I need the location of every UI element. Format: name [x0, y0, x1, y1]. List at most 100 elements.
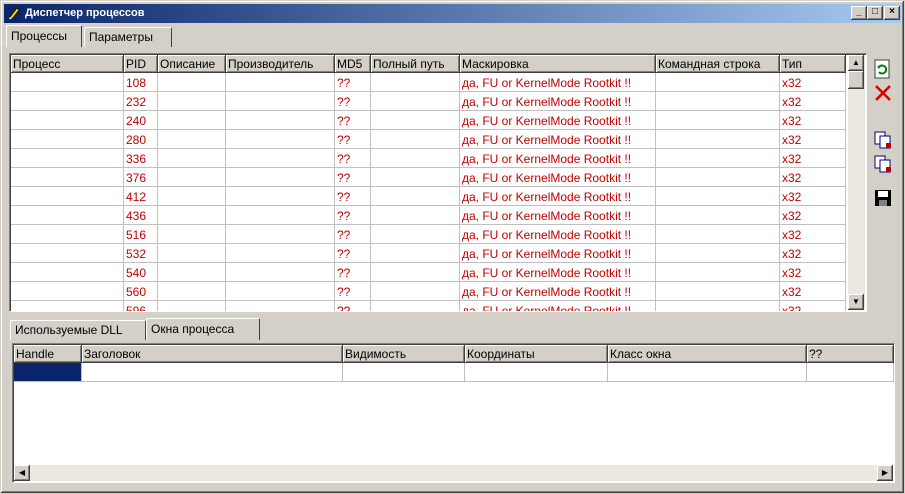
column-header[interactable]: Видимость: [343, 345, 465, 363]
table-cell[interactable]: ??: [335, 111, 371, 130]
table-cell[interactable]: 412: [124, 187, 158, 206]
copy-button[interactable]: [872, 129, 894, 151]
copy-all-button[interactable]: [872, 153, 894, 175]
tab-used-dlls[interactable]: Используемые DLL: [10, 320, 146, 340]
table-cell[interactable]: [158, 263, 226, 282]
table-cell[interactable]: x32: [780, 225, 846, 244]
table-cell[interactable]: [371, 92, 460, 111]
table-cell[interactable]: [11, 187, 124, 206]
table-cell[interactable]: да, FU or KernelMode Rootkit !!: [460, 92, 656, 111]
table-cell[interactable]: ??: [335, 168, 371, 187]
table-cell[interactable]: [371, 130, 460, 149]
table-cell[interactable]: [11, 130, 124, 149]
scroll-right-arrow-icon[interactable]: ▶: [877, 465, 893, 481]
table-cell[interactable]: 560: [124, 282, 158, 301]
table-cell[interactable]: [371, 244, 460, 263]
column-header[interactable]: MD5: [335, 55, 371, 73]
tab-parameters[interactable]: Параметры: [84, 27, 172, 47]
table-cell[interactable]: ??: [335, 225, 371, 244]
table-cell[interactable]: [656, 206, 780, 225]
scroll-thumb[interactable]: [848, 71, 864, 89]
table-cell[interactable]: ??: [335, 263, 371, 282]
process-table-vscrollbar[interactable]: ▲ ▼: [848, 55, 865, 310]
table-cell[interactable]: x32: [780, 149, 846, 168]
table-row[interactable]: 232?? да, FU or KernelMode Rootkit !! x32: [11, 92, 846, 111]
table-cell[interactable]: [656, 111, 780, 130]
table-cell[interactable]: [158, 244, 226, 263]
tab-process-windows[interactable]: Окна процесса: [146, 318, 260, 340]
table-cell[interactable]: [158, 206, 226, 225]
table-cell[interactable]: ??: [335, 149, 371, 168]
table-cell[interactable]: x32: [780, 206, 846, 225]
maximize-button[interactable]: □: [867, 6, 883, 20]
table-row[interactable]: 540?? да, FU or KernelMode Rootkit !! x32: [11, 263, 846, 282]
table-cell[interactable]: [226, 301, 335, 311]
table-row[interactable]: 336?? да, FU or KernelMode Rootkit !! x32: [11, 149, 846, 168]
table-cell[interactable]: [226, 73, 335, 92]
table-cell[interactable]: [656, 187, 780, 206]
table-cell[interactable]: [226, 225, 335, 244]
table-cell[interactable]: [343, 363, 465, 382]
table-cell[interactable]: 336: [124, 149, 158, 168]
table-cell[interactable]: [656, 225, 780, 244]
table-cell[interactable]: x32: [780, 282, 846, 301]
table-row[interactable]: 240?? да, FU or KernelMode Rootkit !! x32: [11, 111, 846, 130]
table-cell[interactable]: [656, 92, 780, 111]
table-cell[interactable]: [465, 363, 608, 382]
table-cell[interactable]: [226, 263, 335, 282]
table-cell[interactable]: [371, 168, 460, 187]
scroll-left-arrow-icon[interactable]: ◀: [14, 465, 30, 481]
column-header[interactable]: Маскировка: [460, 55, 656, 73]
table-cell[interactable]: [371, 206, 460, 225]
table-row[interactable]: 376?? да, FU or KernelMode Rootkit !! x32: [11, 168, 846, 187]
table-cell[interactable]: да, FU or KernelMode Rootkit !!: [460, 149, 656, 168]
table-cell[interactable]: да, FU or KernelMode Rootkit !!: [460, 130, 656, 149]
table-cell[interactable]: да, FU or KernelMode Rootkit !!: [460, 111, 656, 130]
table-cell[interactable]: [158, 92, 226, 111]
table-cell[interactable]: [226, 206, 335, 225]
table-cell[interactable]: x32: [780, 187, 846, 206]
table-cell[interactable]: [11, 225, 124, 244]
table-cell[interactable]: да, FU or KernelMode Rootkit !!: [460, 282, 656, 301]
table-cell[interactable]: 240: [124, 111, 158, 130]
table-cell[interactable]: [158, 187, 226, 206]
table-cell[interactable]: [371, 149, 460, 168]
table-row[interactable]: 280?? да, FU or KernelMode Rootkit !! x32: [11, 130, 846, 149]
table-row[interactable]: 532?? да, FU or KernelMode Rootkit !! x32: [11, 244, 846, 263]
minimize-button[interactable]: _: [851, 6, 867, 20]
selected-cell[interactable]: [14, 363, 82, 382]
table-cell[interactable]: [158, 73, 226, 92]
table-cell[interactable]: [158, 168, 226, 187]
table-cell[interactable]: ??: [335, 73, 371, 92]
table-cell[interactable]: 232: [124, 92, 158, 111]
table-cell[interactable]: 596: [124, 301, 158, 311]
column-header[interactable]: Класс окна: [608, 345, 807, 363]
table-cell[interactable]: [11, 263, 124, 282]
table-cell[interactable]: [11, 282, 124, 301]
table-cell[interactable]: [656, 263, 780, 282]
table-cell[interactable]: x32: [780, 130, 846, 149]
scroll-down-arrow-icon[interactable]: ▼: [848, 294, 864, 310]
table-cell[interactable]: 376: [124, 168, 158, 187]
table-cell[interactable]: [371, 111, 460, 130]
table-cell[interactable]: [226, 244, 335, 263]
table-cell[interactable]: [371, 187, 460, 206]
table-cell[interactable]: x32: [780, 301, 846, 311]
table-cell[interactable]: да, FU or KernelMode Rootkit !!: [460, 187, 656, 206]
table-cell[interactable]: [371, 73, 460, 92]
table-cell[interactable]: да, FU or KernelMode Rootkit !!: [460, 263, 656, 282]
close-button[interactable]: ×: [884, 6, 900, 20]
table-cell[interactable]: 108: [124, 73, 158, 92]
table-cell[interactable]: 516: [124, 225, 158, 244]
table-row[interactable]: 412?? да, FU or KernelMode Rootkit !! x32: [11, 187, 846, 206]
table-cell[interactable]: x32: [780, 92, 846, 111]
table-cell[interactable]: x32: [780, 263, 846, 282]
table-cell[interactable]: [11, 168, 124, 187]
table-cell[interactable]: [158, 282, 226, 301]
table-cell[interactable]: [11, 111, 124, 130]
table-cell[interactable]: [158, 111, 226, 130]
table-cell[interactable]: [226, 130, 335, 149]
table-cell[interactable]: 532: [124, 244, 158, 263]
kill-process-button[interactable]: [872, 82, 894, 104]
table-cell[interactable]: [656, 130, 780, 149]
